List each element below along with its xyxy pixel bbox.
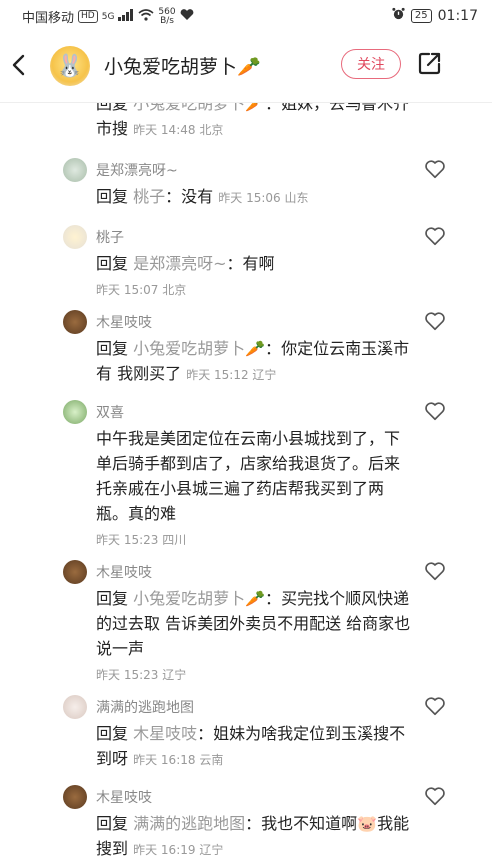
- comment-meta: 昨天 14:48 北京: [133, 123, 224, 137]
- comment-meta: 昨天 15:07 北京: [96, 283, 187, 297]
- battery-level: 25: [410, 8, 432, 23]
- heartbeat-icon: [180, 8, 194, 25]
- heart-icon: [425, 562, 445, 581]
- commenter-name[interactable]: 木星吱吱: [96, 312, 152, 332]
- like-button[interactable]: [424, 560, 446, 582]
- share-button[interactable]: [417, 50, 443, 76]
- chevron-left-icon: [12, 54, 25, 76]
- follow-button[interactable]: 关注: [341, 49, 401, 79]
- commenter-name[interactable]: 满满的逃跑地图: [96, 697, 194, 717]
- heart-icon: [425, 227, 445, 246]
- heart-icon: [425, 697, 445, 716]
- author-name[interactable]: 小兔爱吃胡萝卜🥕: [104, 52, 261, 79]
- avatar[interactable]: [63, 310, 87, 334]
- comment-body: 回复 桃子：没有 昨天 15:06 山东: [96, 187, 309, 206]
- comment-meta: 昨天 15:12 辽宁: [186, 368, 277, 382]
- comment-meta: 昨天 16:18 云南: [133, 753, 224, 767]
- mention-link[interactable]: 满满的逃跑地图: [133, 814, 245, 833]
- mention-link[interactable]: 小兔爱吃胡萝卜🥕: [133, 589, 265, 608]
- hd-badge: HD: [78, 10, 98, 23]
- commenter-name[interactable]: 是郑漂亮呀~: [96, 160, 178, 180]
- alarm-icon: [392, 7, 405, 24]
- mention-link[interactable]: 木星吱吱: [133, 724, 197, 743]
- clock: 01:17: [437, 7, 478, 24]
- commenter-name[interactable]: 双喜: [96, 402, 124, 422]
- signal-icon: [118, 8, 134, 25]
- network-speed: 560 B/s: [158, 6, 176, 26]
- heart-icon: [425, 787, 445, 806]
- comment-meta: 昨天 16:19 辽宁: [133, 843, 224, 857]
- comment-meta: 昨天 15:23 四川: [96, 533, 187, 547]
- mention-link[interactable]: 是郑漂亮呀~: [133, 254, 226, 273]
- mention-link[interactable]: 小兔爱吃胡萝卜🥕: [133, 103, 265, 113]
- avatar[interactable]: [63, 695, 87, 719]
- carrier-label: 中国移动: [22, 11, 75, 26]
- comment-body: 中午我是美团定位在云南小县城找到了，下单后骑手都到店了，店家给我退货了。后来托亲…: [96, 429, 401, 547]
- commenter-name[interactable]: 木星吱吱: [96, 787, 152, 807]
- avatar[interactable]: [63, 158, 87, 182]
- mention-link[interactable]: 桃子: [133, 187, 165, 206]
- mention-link[interactable]: 小兔爱吃胡萝卜🥕: [133, 339, 265, 358]
- like-button[interactable]: [424, 400, 446, 422]
- comment-body: 回复 小兔爱吃胡萝卜🥕：姐妹，去乌鲁木齐市搜 昨天 14:48 北京: [96, 103, 412, 143]
- avatar[interactable]: [63, 560, 87, 584]
- network-type: 5G: [101, 11, 115, 22]
- heart-icon: [425, 312, 445, 331]
- comment-body: 回复 满满的逃跑地图：我也不知道啊🐷我能搜到 昨天 16:19 辽宁: [96, 814, 410, 858]
- status-bar: 中国移动 HD 5G 560 B/s 25 01:17: [0, 0, 492, 30]
- comment-meta: 昨天 15:06 山东: [218, 191, 309, 205]
- comment-body: 回复 小兔爱吃胡萝卜🥕：你定位云南玉溪市 有 我刚买了 昨天 15:12 辽宁: [96, 339, 410, 383]
- commenter-name[interactable]: 木星吱吱: [96, 562, 152, 582]
- comment-body: 回复 是郑漂亮呀~：有啊 昨天 15:07 北京: [96, 254, 275, 297]
- comment-body: 回复 小兔爱吃胡萝卜🥕：买完找个顺风快递的过去取 告诉美团外卖员不用配送 给商家…: [96, 589, 411, 682]
- post-header: 🐰 小兔爱吃胡萝卜🥕 关注: [0, 30, 492, 103]
- like-button[interactable]: [424, 785, 446, 807]
- author-avatar[interactable]: 🐰: [50, 46, 90, 86]
- like-button[interactable]: [424, 158, 446, 180]
- heart-icon: [425, 402, 445, 421]
- heart-icon: [425, 160, 445, 179]
- like-button[interactable]: [424, 225, 446, 247]
- avatar[interactable]: [63, 225, 87, 249]
- wifi-icon: [138, 8, 154, 25]
- like-button[interactable]: [424, 310, 446, 332]
- rabbit-icon: 🐰: [56, 53, 84, 79]
- comment-body: 回复 木星吱吱：姐妹为啥我定位到玉溪搜不到呀 昨天 16:18 云南: [96, 724, 406, 768]
- commenter-name[interactable]: 桃子: [96, 227, 124, 247]
- avatar[interactable]: [63, 400, 87, 424]
- like-button[interactable]: [424, 695, 446, 717]
- comment-list[interactable]: 回复 小兔爱吃胡萝卜🥕：姐妹，去乌鲁木齐市搜 昨天 14:48 北京 是郑漂亮呀…: [0, 103, 492, 861]
- avatar[interactable]: [63, 785, 87, 809]
- share-icon: [418, 52, 441, 75]
- comment-meta: 昨天 15:23 辽宁: [96, 668, 187, 682]
- back-button[interactable]: [8, 52, 30, 78]
